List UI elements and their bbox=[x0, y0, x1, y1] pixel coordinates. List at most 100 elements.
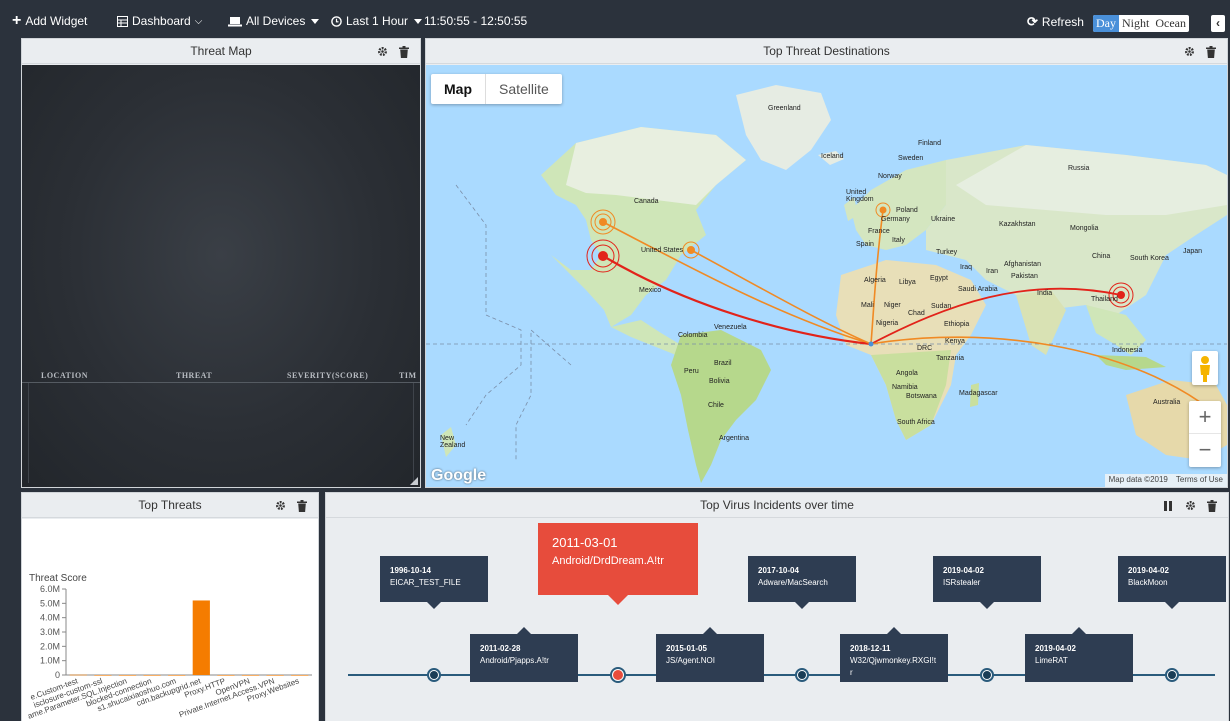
event-date: 2019-04-02 bbox=[1035, 644, 1076, 653]
threat-map-panel: Threat Map LOCATION THREAT SEVERITY(SCOR… bbox=[21, 38, 421, 488]
resize-handle[interactable] bbox=[410, 477, 418, 485]
map-label: Iceland bbox=[821, 153, 844, 160]
map-label: South Korea bbox=[1130, 255, 1169, 262]
panel-title: Top Virus Incidents over time bbox=[700, 498, 854, 512]
pause-icon[interactable] bbox=[1162, 493, 1174, 518]
zoom-out-button[interactable]: − bbox=[1189, 434, 1221, 467]
map-label: Poland bbox=[896, 207, 918, 214]
map-type-satellite-button[interactable]: Satellite bbox=[485, 74, 562, 104]
trash-icon[interactable] bbox=[1205, 39, 1217, 64]
timeline-event[interactable]: 2011-02-28 Android/Pjapps.A!tr bbox=[470, 627, 578, 682]
timeline-event[interactable]: 2018-12-11 W32/Qjwmonkey.RXGI!t r bbox=[840, 627, 948, 682]
map-label: Niger bbox=[884, 302, 901, 309]
y-tick-label: 3.0M bbox=[40, 627, 60, 637]
map-label: Chile bbox=[708, 402, 724, 409]
map-label: Canada bbox=[634, 198, 659, 205]
map-label: Thailand bbox=[1091, 296, 1118, 303]
map-label: Angola bbox=[896, 370, 918, 377]
theme-day-button[interactable]: Day bbox=[1093, 15, 1119, 32]
bar bbox=[291, 675, 309, 676]
dashboard-dropdown[interactable]: Dashboard ⌵ bbox=[117, 14, 202, 28]
timeline-node[interactable] bbox=[1165, 668, 1179, 682]
bar bbox=[217, 675, 235, 676]
map-label: Ukraine bbox=[931, 216, 956, 223]
map-label: China bbox=[1092, 253, 1111, 260]
event-name: Android/DrdDream.A!tr bbox=[552, 555, 664, 567]
map-label: France bbox=[868, 228, 890, 235]
timeline-node[interactable] bbox=[427, 668, 441, 682]
map-label: Pakistan bbox=[1011, 273, 1038, 280]
map-label: Greenland bbox=[768, 105, 801, 112]
street-view-pegman-icon[interactable] bbox=[1192, 351, 1218, 385]
event-name: JS/Agent.NOI bbox=[666, 656, 715, 665]
gear-icon[interactable] bbox=[1184, 493, 1196, 518]
event-date: 2017-10-04 bbox=[758, 566, 799, 575]
zoom-in-button[interactable]: + bbox=[1189, 401, 1221, 434]
threat-map-canvas[interactable]: LOCATION THREAT SEVERITY(SCORE) TIM bbox=[22, 65, 420, 487]
dashboard-icon bbox=[117, 15, 128, 27]
gear-icon[interactable] bbox=[376, 39, 388, 64]
timeline-event[interactable]: 2017-10-04 Adware/MacSearch bbox=[748, 556, 856, 609]
timeline-node[interactable] bbox=[980, 668, 994, 682]
trash-icon[interactable] bbox=[296, 493, 308, 518]
bar bbox=[69, 674, 87, 676]
map-type-map-button[interactable]: Map bbox=[431, 74, 485, 104]
collapse-button[interactable]: ‹ bbox=[1211, 15, 1225, 32]
timeline-node[interactable] bbox=[795, 668, 809, 682]
timeline-event[interactable]: 2011-03-01 Android/DrdDream.A!tr bbox=[538, 523, 698, 605]
terms-of-use-link[interactable]: Terms of Use bbox=[1176, 475, 1223, 486]
map-label: Mexico bbox=[639, 287, 662, 294]
timeline-event[interactable]: 2019-04-02 BlackMoon bbox=[1118, 556, 1226, 609]
bar bbox=[94, 675, 112, 676]
map-label: Kenya bbox=[945, 338, 965, 345]
refresh-label: Refresh bbox=[1041, 15, 1084, 29]
event-name: LimeRAT bbox=[1035, 656, 1068, 665]
add-widget-button[interactable]: + Add Widget bbox=[12, 12, 88, 29]
threat-map-header: Threat Map bbox=[22, 39, 420, 64]
trash-icon[interactable] bbox=[1206, 493, 1218, 518]
plus-icon: + bbox=[12, 12, 22, 29]
bar bbox=[168, 675, 186, 676]
google-logo: Google bbox=[431, 467, 487, 484]
map-label: Indonesia bbox=[1112, 347, 1143, 354]
refresh-icon: ⟳ bbox=[1027, 14, 1038, 29]
time-range-dropdown[interactable]: Last 1 Hour bbox=[331, 14, 423, 28]
add-widget-label: Add Widget bbox=[25, 14, 88, 28]
map-label: Mali bbox=[861, 302, 874, 309]
top-threats-panel: Top Threats Threat Score 0 1.0M 2.0M 3.0M 4.0… bbox=[21, 492, 319, 721]
timeline-event[interactable]: 1996-10-14 EICAR_TEST_FILE bbox=[380, 556, 488, 609]
devices-dropdown[interactable]: All Devices bbox=[228, 14, 320, 28]
theme-night-button[interactable]: Night bbox=[1119, 15, 1152, 32]
timeline-event[interactable]: 2019-04-02 LimeRAT bbox=[1025, 627, 1133, 682]
gear-icon[interactable] bbox=[1183, 39, 1195, 64]
timeline-node[interactable] bbox=[610, 667, 626, 683]
timeline-event[interactable]: 2019-04-02 ISRstealer bbox=[933, 556, 1041, 609]
time-span-text: 11:50:55 - 12:50:55 bbox=[424, 14, 528, 28]
y-tick-label: 4.0M bbox=[40, 613, 60, 623]
trash-icon[interactable] bbox=[398, 39, 410, 64]
top-threats-chart: Threat Score 0 1.0M 2.0M 3.0M 4.0M 5.0M 6.0M e.C… bbox=[22, 519, 318, 721]
bar bbox=[266, 675, 284, 676]
refresh-button[interactable]: ⟳ Refresh bbox=[1027, 14, 1084, 30]
map-label: Brazil bbox=[714, 360, 732, 367]
map-type-control: Map Satellite bbox=[431, 74, 562, 104]
theme-ocean-button[interactable]: Ocean bbox=[1152, 15, 1189, 32]
map-label: Bolivia bbox=[709, 378, 730, 385]
bar bbox=[192, 600, 210, 675]
timeline-event[interactable]: 2015-01-05 JS/Agent.NOI bbox=[656, 627, 764, 682]
map-label: Colombia bbox=[678, 332, 708, 339]
column-severity: SEVERITY(SCORE) bbox=[287, 371, 369, 380]
dashboard-label: Dashboard bbox=[132, 14, 191, 28]
destinations-header: Top Threat Destinations bbox=[426, 39, 1227, 64]
map-label: Peru bbox=[684, 368, 699, 375]
map-label: Ethiopia bbox=[944, 321, 970, 328]
event-date: 2019-04-02 bbox=[943, 566, 984, 575]
y-tick-label: 0 bbox=[55, 670, 60, 680]
map-label: Egypt bbox=[930, 275, 948, 282]
map-label: Italy bbox=[892, 237, 905, 244]
event-date: 2011-03-01 bbox=[552, 535, 618, 550]
gear-icon[interactable] bbox=[274, 493, 286, 518]
map-label: Saudi Arabia bbox=[958, 286, 998, 293]
world-map[interactable]: Greenland Iceland Finland Sweden Norway … bbox=[426, 65, 1227, 487]
theme-switcher: Day Night Ocean bbox=[1093, 15, 1189, 32]
